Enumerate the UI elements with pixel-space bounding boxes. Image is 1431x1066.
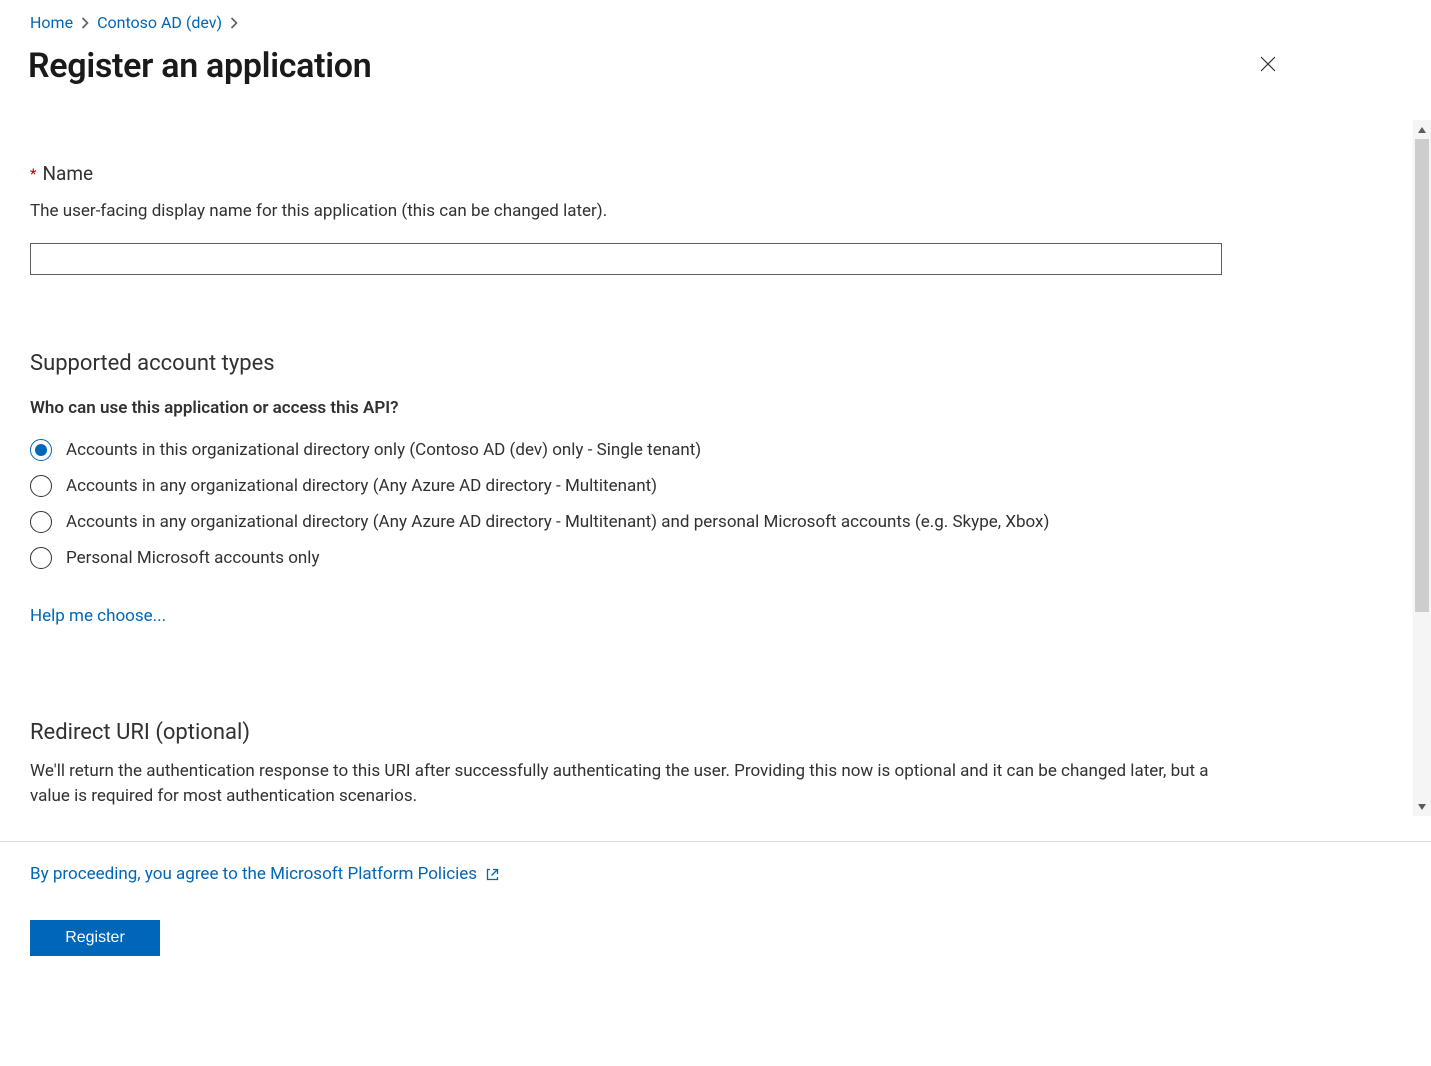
account-types-title: Supported account types	[30, 351, 1431, 376]
account-types-question: Who can use this application or access t…	[30, 398, 1431, 418]
account-type-option-single-tenant[interactable]: Accounts in this organizational director…	[30, 432, 1431, 468]
scroll-down-arrow-icon[interactable]	[1413, 797, 1431, 816]
radio-icon	[30, 475, 52, 497]
required-indicator: *	[30, 165, 36, 183]
chevron-right-icon	[81, 17, 89, 29]
radio-label: Accounts in any organizational directory…	[66, 512, 1049, 532]
breadcrumb-tenant[interactable]: Contoso AD (dev)	[97, 13, 222, 32]
platform-policies-link[interactable]: By proceeding, you agree to the Microsof…	[30, 864, 500, 884]
name-label: Name	[42, 162, 93, 185]
redirect-uri-title: Redirect URI (optional)	[30, 720, 1431, 745]
radio-label: Accounts in this organizational director…	[66, 440, 701, 460]
account-type-option-multitenant-personal[interactable]: Accounts in any organizational directory…	[30, 504, 1431, 540]
radio-icon	[30, 439, 52, 461]
close-button[interactable]	[1251, 49, 1285, 83]
register-button[interactable]: Register	[30, 920, 160, 956]
close-icon	[1259, 55, 1277, 77]
chevron-right-icon	[230, 17, 238, 29]
help-me-choose-link[interactable]: Help me choose...	[30, 606, 166, 626]
breadcrumb-home[interactable]: Home	[30, 13, 73, 32]
page-title: Register an application	[28, 46, 371, 86]
scrollbar[interactable]	[1412, 120, 1431, 816]
redirect-uri-description: We'll return the authentication response…	[30, 759, 1210, 810]
radio-label: Accounts in any organizational directory…	[66, 476, 657, 496]
radio-icon	[30, 547, 52, 569]
scrollbar-thumb[interactable]	[1415, 139, 1429, 612]
policy-link-text: By proceeding, you agree to the Microsof…	[30, 864, 477, 884]
radio-icon	[30, 511, 52, 533]
breadcrumb: Home Contoso AD (dev)	[0, 0, 1431, 32]
account-types-radio-group: Accounts in this organizational director…	[30, 432, 1431, 576]
app-name-input[interactable]	[30, 243, 1222, 275]
radio-label: Personal Microsoft accounts only	[66, 548, 319, 568]
footer: By proceeding, you agree to the Microsof…	[0, 841, 1431, 956]
account-type-option-personal-only[interactable]: Personal Microsoft accounts only	[30, 540, 1431, 576]
scroll-up-arrow-icon[interactable]	[1413, 120, 1431, 139]
account-type-option-multitenant[interactable]: Accounts in any organizational directory…	[30, 468, 1431, 504]
external-link-icon	[485, 867, 500, 882]
form-scroll-region: * Name The user-facing display name for …	[0, 120, 1431, 816]
name-description: The user-facing display name for this ap…	[30, 199, 1210, 225]
